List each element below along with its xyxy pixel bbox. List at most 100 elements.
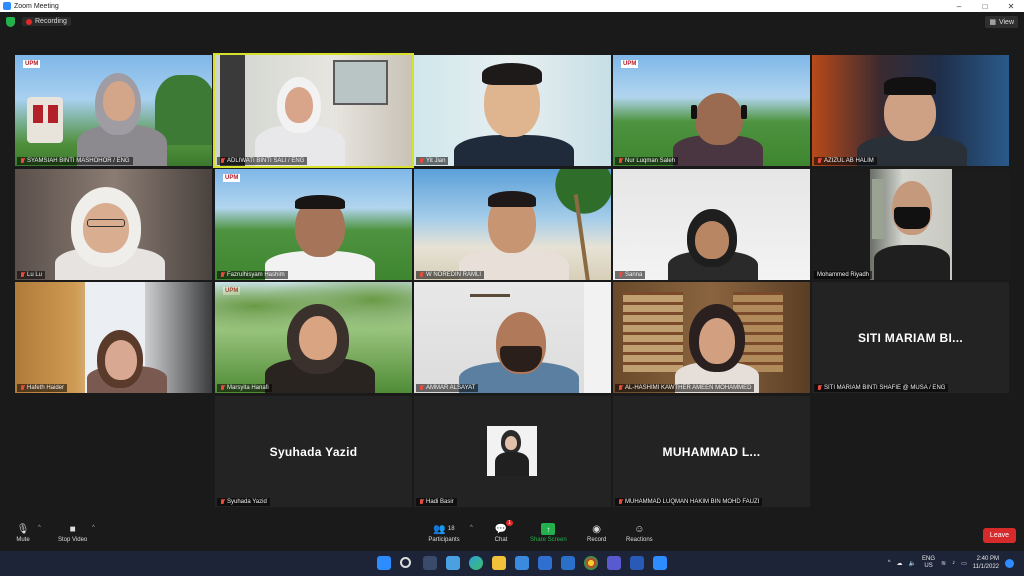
file-explorer-icon[interactable] xyxy=(492,556,506,570)
battery-icon[interactable]: ▭ xyxy=(961,560,967,567)
mute-button[interactable]: 🎙 Mute xyxy=(16,523,30,544)
mic-muted-icon xyxy=(618,158,623,164)
chat-bubble-icon: 💬 1 xyxy=(494,520,513,535)
participant-name-tag: Lu Lu xyxy=(17,271,46,279)
chrome-icon[interactable] xyxy=(584,556,598,570)
chevron-up-icon[interactable]: ^ xyxy=(888,560,891,566)
video-tile[interactable]: UPM SYAMSIAH BINTI MASHOHOR / ENG xyxy=(15,55,212,166)
mic-muted-icon xyxy=(20,385,25,391)
zoom-taskbar-icon[interactable] xyxy=(653,556,667,570)
video-tile[interactable]: Sanna xyxy=(613,169,810,280)
video-tile[interactable]: Lu Lu xyxy=(15,169,212,280)
participants-button[interactable]: 👥 18 Participants xyxy=(428,523,460,544)
task-view-icon[interactable] xyxy=(423,556,437,570)
share-screen-button[interactable]: ↑ Share Screen xyxy=(530,523,567,543)
cloud-icon[interactable]: ☁ xyxy=(897,560,903,567)
smiley-plus-icon: ☺ xyxy=(634,523,645,535)
wifi-icon[interactable]: ≋ xyxy=(941,560,946,567)
teams-icon[interactable] xyxy=(607,556,621,570)
mic-muted-icon xyxy=(618,499,623,505)
video-tile-no-video[interactable]: SITI MARIAM BI... SITI MARIAM BINTI SHAF… xyxy=(812,282,1009,393)
upm-logo: UPM xyxy=(23,60,41,68)
outlook-icon[interactable] xyxy=(561,556,575,570)
mail-icon[interactable] xyxy=(515,556,529,570)
profile-picture xyxy=(487,426,537,476)
video-tile-no-video[interactable]: Hadi Basir xyxy=(414,396,611,507)
video-options-caret[interactable]: ^ xyxy=(92,525,95,531)
speaker-icon[interactable]: ♪ xyxy=(952,560,955,566)
video-tile[interactable]: AZIZUL AB HALIM xyxy=(812,55,1009,166)
audio-options-caret[interactable]: ^ xyxy=(38,525,41,531)
mic-muted-icon xyxy=(220,272,225,278)
recording-indicator[interactable]: Recording xyxy=(22,17,71,26)
mic-muted-icon xyxy=(817,385,822,391)
search-icon[interactable] xyxy=(400,557,411,568)
recording-dot-icon xyxy=(26,18,32,25)
maximize-button[interactable]: □ xyxy=(972,0,998,12)
participant-name-tag: Fazrulhisyam Hashim xyxy=(217,271,288,279)
video-camera-icon: ■ xyxy=(69,523,76,535)
participants-label: Participants xyxy=(428,537,460,543)
leave-button[interactable]: Leave xyxy=(982,528,1016,543)
record-label: Record xyxy=(587,537,607,543)
edge-browser-icon[interactable] xyxy=(469,556,483,570)
video-tile-active-speaker[interactable]: ADLIWATI BINTI SALI / ENG xyxy=(213,53,414,168)
participant-name-tag: MUHAMMAD LUQMAN HAKIM BIN MOHD FAUZI xyxy=(615,498,763,506)
chat-unread-badge: 1 xyxy=(506,520,513,526)
participants-icon: 👥 xyxy=(433,523,446,535)
close-button[interactable]: ✕ xyxy=(998,0,1024,12)
video-tile[interactable]: AL-HASHIMI KAWTHER AMEEN MOHAMMED xyxy=(613,282,810,393)
widgets-icon[interactable] xyxy=(446,556,460,570)
windows-start-icon[interactable] xyxy=(377,556,391,570)
video-tile[interactable]: UPM Nur Luqman Saleh xyxy=(613,55,810,166)
participant-display-name: MUHAMMAD L... xyxy=(662,444,761,459)
video-tile[interactable]: Mohammed Riyadh xyxy=(812,169,1009,280)
participant-name-tag: Sanna xyxy=(615,271,646,279)
mic-muted-icon xyxy=(220,499,225,505)
window-title: Zoom Meeting xyxy=(14,2,59,10)
video-tile[interactable]: AMMAR ALSAYAT xyxy=(414,282,611,393)
video-tile-no-video[interactable]: Syuhada Yazid Syuhada Yazid xyxy=(215,396,412,507)
video-tile[interactable]: UPM Fazrulhisyam Hashim xyxy=(215,169,412,280)
security-shield-icon[interactable] xyxy=(6,17,15,27)
recording-label: Recording xyxy=(35,18,67,25)
upm-logo: UPM xyxy=(223,174,241,182)
chat-button[interactable]: 💬 1 Chat xyxy=(494,520,513,543)
word-icon[interactable] xyxy=(630,556,644,570)
video-tile[interactable]: Hafeth Haider xyxy=(15,282,212,393)
participant-display-name: SITI MARIAM BI... xyxy=(857,330,964,345)
help-icon[interactable] xyxy=(1005,558,1014,568)
participant-name-tag: W NOREDIN RAMLI xyxy=(416,271,485,279)
view-button[interactable]: ▦ View xyxy=(985,16,1018,28)
video-tile-no-video[interactable]: MUHAMMAD L... MUHAMMAD LUQMAN HAKIM BIN … xyxy=(613,396,810,507)
mic-muted-icon xyxy=(419,499,424,505)
participants-options-caret[interactable]: ^ xyxy=(470,525,473,531)
record-button[interactable]: ◉ Record xyxy=(587,523,607,544)
upm-logo: UPM xyxy=(621,60,639,68)
grid-icon: ▦ xyxy=(989,19,996,26)
reactions-button[interactable]: ☺ Reactions xyxy=(626,523,653,544)
participant-name-tag: Nur Luqman Saleh xyxy=(615,157,679,165)
minimize-button[interactable]: – xyxy=(946,0,972,12)
clock[interactable]: 2:40 PM 11/1/2022 xyxy=(973,555,999,571)
video-tile[interactable]: W NOREDIN RAMLI xyxy=(414,169,611,280)
store-icon[interactable] xyxy=(538,556,552,570)
share-screen-icon: ↑ xyxy=(541,523,556,535)
microphone-icon: 🎙 xyxy=(16,523,30,535)
video-tile[interactable]: UPM Marsyita Hanafi xyxy=(215,282,412,393)
windows-taskbar: ^ ☁ 🔈 ENG US ≋ ♪ ▭ 2:40 PM 11/1/2022 xyxy=(0,551,1024,576)
participant-name-tag: AMMAR ALSAYAT xyxy=(416,384,479,392)
mic-muted-icon xyxy=(817,158,822,164)
mic-muted-icon xyxy=(419,272,424,278)
mic-muted-icon xyxy=(20,272,25,278)
share-screen-label: Share Screen xyxy=(530,537,567,543)
language-indicator[interactable]: ENG US xyxy=(922,556,935,570)
meeting-topbar: Recording ▦ View xyxy=(0,12,1024,32)
participant-name-tag: SITI MARIAM BINTI SHAFIE @ MUSA / ENG xyxy=(814,384,949,392)
mute-label: Mute xyxy=(16,537,30,543)
participant-name-tag: AL-HASHIMI KAWTHER AMEEN MOHAMMED xyxy=(615,384,755,392)
video-tile[interactable]: Yit Jian xyxy=(414,55,611,166)
stop-video-button[interactable]: ■ Stop Video xyxy=(58,523,87,544)
volume-icon[interactable]: 🔈 xyxy=(909,560,916,567)
participant-name-tag: Yit Jian xyxy=(416,157,449,165)
